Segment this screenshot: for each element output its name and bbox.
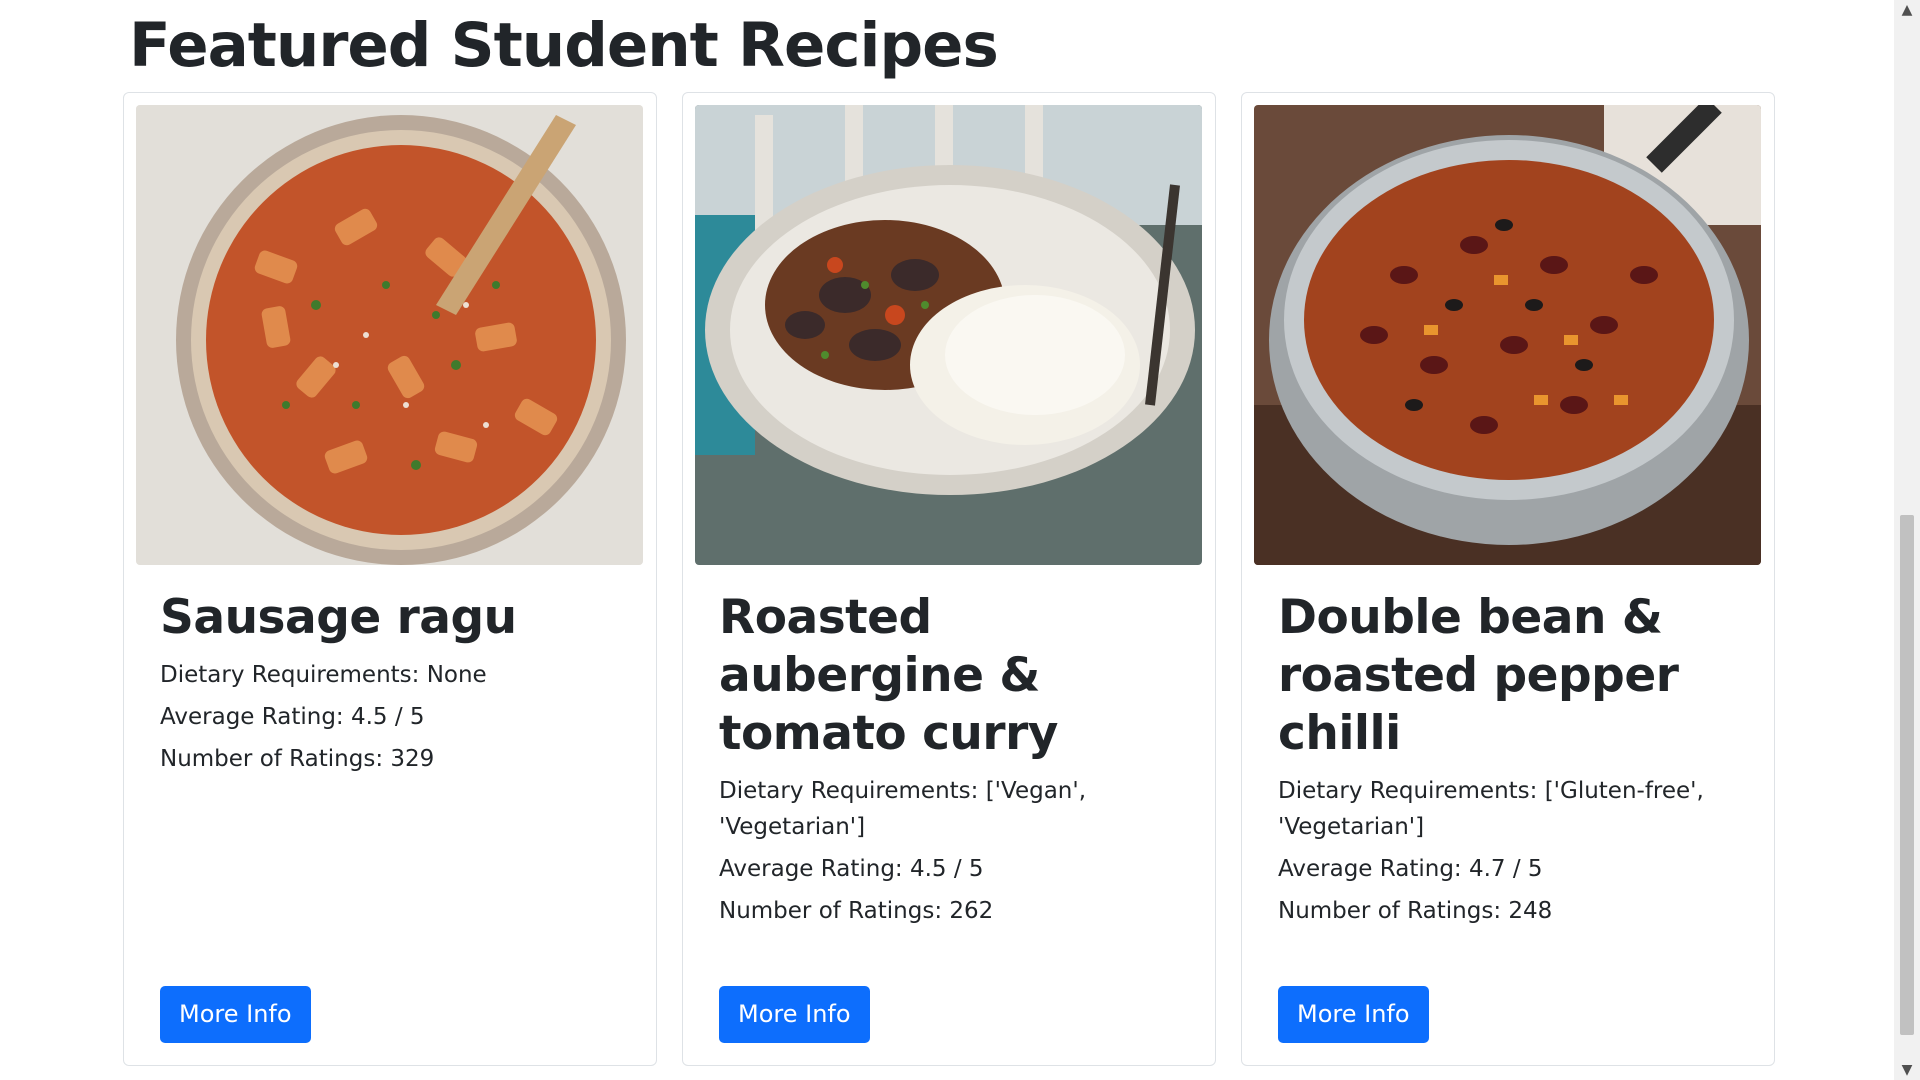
- recipe-title: Double bean & roasted pepper chilli: [1278, 590, 1679, 761]
- scroll-down-icon[interactable]: ▼: [1894, 1060, 1920, 1080]
- card-body: Roasted aubergine & tomato curry Dietary…: [695, 565, 1203, 929]
- page: Featured Student Recipes Sausage ragu Di…: [0, 0, 1920, 1080]
- more-info-button[interactable]: More Info: [1278, 986, 1429, 1043]
- number-of-ratings: Number of Ratings: 329: [160, 746, 435, 772]
- dietary-requirements: Dietary Requirements: ['Gluten-free', 'V…: [1278, 778, 1704, 840]
- recipe-image: [136, 105, 643, 565]
- recipe-title: Roasted aubergine & tomato curry: [719, 590, 1058, 761]
- section-title: Featured Student Recipes: [129, 10, 999, 81]
- sausage-ragu-photo: [136, 105, 643, 565]
- number-of-ratings: Number of Ratings: 262: [719, 898, 994, 924]
- more-info-button[interactable]: More Info: [160, 986, 311, 1043]
- dietary-requirements: Dietary Requirements: None: [160, 662, 487, 688]
- recipe-card: Roasted aubergine & tomato curry Dietary…: [682, 92, 1216, 1066]
- average-rating: Average Rating: 4.7 / 5: [1278, 856, 1543, 882]
- average-rating: Average Rating: 4.5 / 5: [160, 704, 425, 730]
- number-of-ratings: Number of Ratings: 248: [1278, 898, 1553, 924]
- scrollbar-thumb[interactable]: [1900, 515, 1914, 1035]
- vertical-scrollbar[interactable]: ▲ ▼: [1894, 0, 1920, 1080]
- recipe-image: [1254, 105, 1761, 565]
- recipe-title: Sausage ragu: [160, 590, 517, 645]
- recipe-cards: Sausage ragu Dietary Requirements: None …: [123, 92, 1775, 1066]
- scroll-up-icon[interactable]: ▲: [1894, 0, 1920, 20]
- bean-chilli-photo: [1254, 105, 1761, 565]
- more-info-button[interactable]: More Info: [719, 986, 870, 1043]
- recipe-image: [695, 105, 1202, 565]
- average-rating: Average Rating: 4.5 / 5: [719, 856, 984, 882]
- aubergine-curry-photo: [695, 105, 1202, 565]
- recipe-card: Sausage ragu Dietary Requirements: None …: [123, 92, 657, 1066]
- card-body: Double bean & roasted pepper chilli Diet…: [1254, 565, 1762, 929]
- card-body: Sausage ragu Dietary Requirements: None …: [136, 565, 644, 777]
- recipe-card: Double bean & roasted pepper chilli Diet…: [1241, 92, 1775, 1066]
- dietary-requirements: Dietary Requirements: ['Vegan', 'Vegetar…: [719, 778, 1087, 840]
